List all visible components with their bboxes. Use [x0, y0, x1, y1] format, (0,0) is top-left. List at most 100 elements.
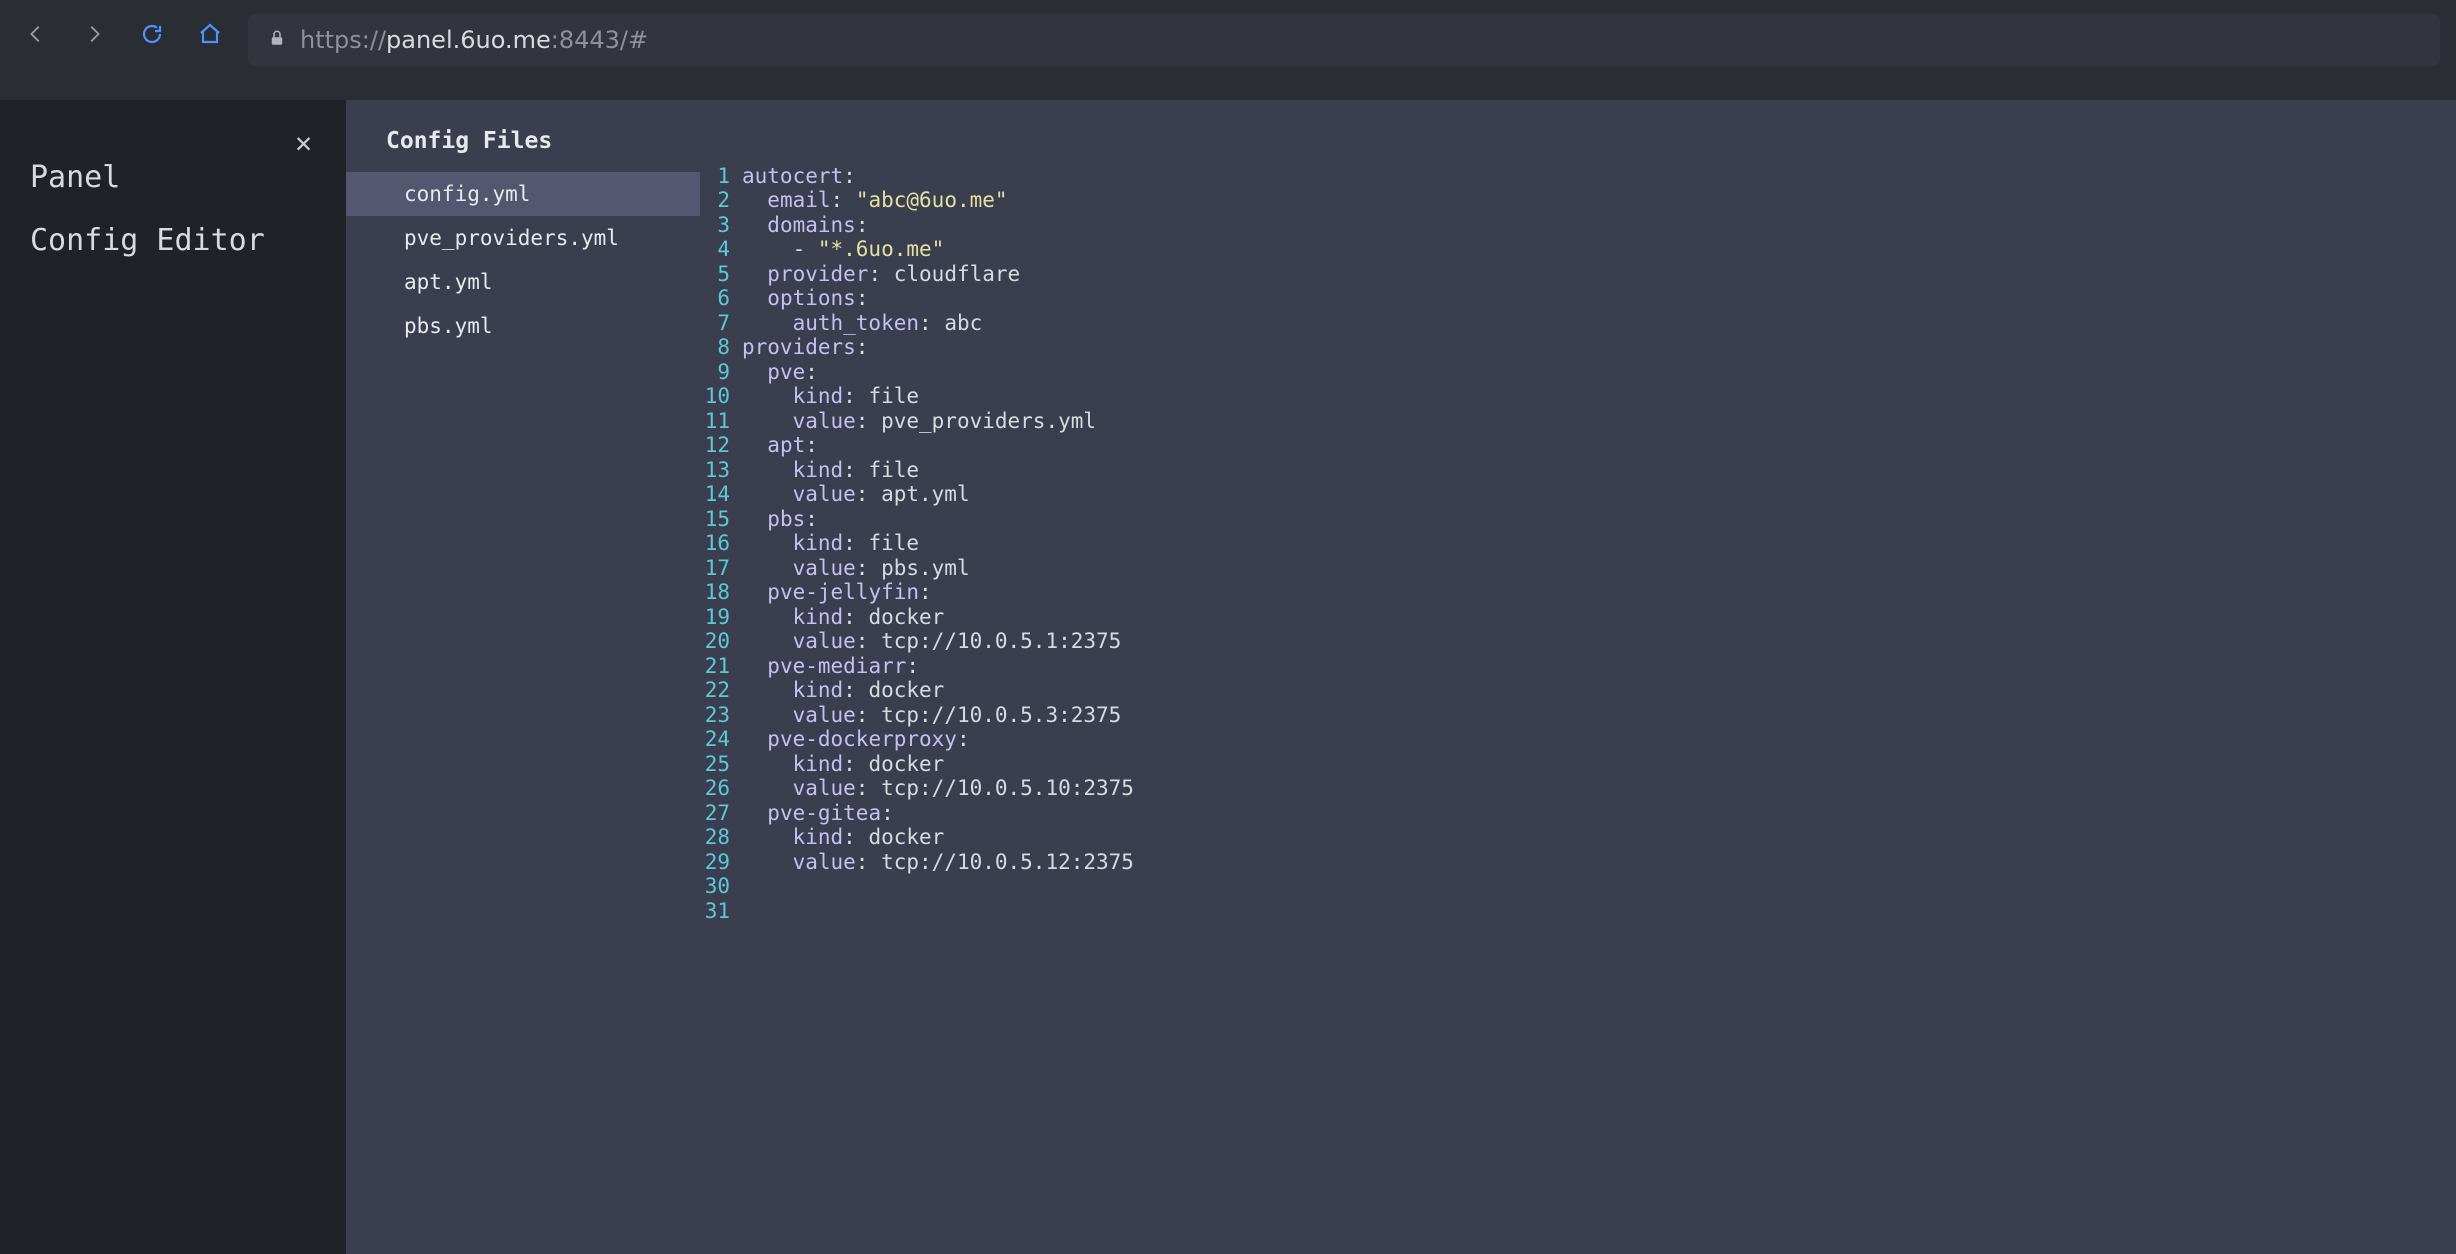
line-code: pve-mediarr:	[742, 653, 2456, 678]
editor-line[interactable]: 24 pve-dockerproxy:	[700, 726, 2456, 751]
line-number: 13	[700, 457, 742, 482]
line-number: 31	[700, 898, 742, 923]
editor-line[interactable]: 31	[700, 898, 2456, 923]
file-list-panel: Config Files config.ymlpve_providers.yml…	[346, 100, 700, 1254]
file-item[interactable]: config.yml	[346, 172, 700, 216]
line-code: email: "abc@6uo.me"	[742, 187, 2456, 212]
line-code: kind: file	[742, 530, 2456, 555]
editor-line[interactable]: 27 pve-gitea:	[700, 800, 2456, 825]
line-number: 8	[700, 334, 742, 359]
editor-line[interactable]: 8providers:	[700, 334, 2456, 359]
editor-line[interactable]: 5 provider: cloudflare	[700, 261, 2456, 286]
editor-line[interactable]: 30	[700, 873, 2456, 898]
file-item[interactable]: apt.yml	[346, 260, 700, 304]
line-code: auth_token: abc	[742, 310, 2456, 335]
line-code: options:	[742, 285, 2456, 310]
line-number: 22	[700, 677, 742, 702]
line-number: 7	[700, 310, 742, 335]
editor-line[interactable]: 18 pve-jellyfin:	[700, 579, 2456, 604]
close-icon[interactable]: ✕	[295, 126, 312, 159]
line-code: autocert:	[742, 163, 2456, 188]
line-number: 4	[700, 236, 742, 261]
forward-icon[interactable]	[74, 14, 114, 54]
editor-line[interactable]: 15 pbs:	[700, 506, 2456, 531]
editor-line[interactable]: 28 kind: docker	[700, 824, 2456, 849]
line-code: value: apt.yml	[742, 481, 2456, 506]
line-number: 23	[700, 702, 742, 727]
editor-line[interactable]: 14 value: apt.yml	[700, 481, 2456, 506]
line-code: kind: docker	[742, 824, 2456, 849]
editor-line[interactable]: 23 value: tcp://10.0.5.3:2375	[700, 702, 2456, 727]
editor-line[interactable]: 19 kind: docker	[700, 604, 2456, 629]
line-number: 26	[700, 775, 742, 800]
browser-toolbar: https://panel.6uo.me:8443/#	[0, 0, 2456, 100]
editor-line[interactable]: 7 auth_token: abc	[700, 310, 2456, 335]
editor-line[interactable]: 3 domains:	[700, 212, 2456, 237]
line-number: 28	[700, 824, 742, 849]
line-number: 14	[700, 481, 742, 506]
reload-icon[interactable]	[132, 14, 172, 54]
line-number: 6	[700, 285, 742, 310]
line-number: 9	[700, 359, 742, 384]
editor-line[interactable]: 10 kind: file	[700, 383, 2456, 408]
line-code: value: pbs.yml	[742, 555, 2456, 580]
main-area: ✕ PanelConfig Editor Config Files config…	[0, 100, 2456, 1254]
line-number: 18	[700, 579, 742, 604]
line-code: kind: docker	[742, 751, 2456, 776]
editor-line[interactable]: 21 pve-mediarr:	[700, 653, 2456, 678]
line-number: 12	[700, 432, 742, 457]
editor-line[interactable]: 6 options:	[700, 285, 2456, 310]
editor-line[interactable]: 11 value: pve_providers.yml	[700, 408, 2456, 433]
editor-line[interactable]: 22 kind: docker	[700, 677, 2456, 702]
editor-line[interactable]: 20 value: tcp://10.0.5.1:2375	[700, 628, 2456, 653]
line-number: 29	[700, 849, 742, 874]
editor-line[interactable]: 4 - "*.6uo.me"	[700, 236, 2456, 261]
url-text: https://panel.6uo.me:8443/#	[300, 26, 648, 54]
line-code: kind: file	[742, 457, 2456, 482]
file-list-title: Config Files	[346, 122, 700, 172]
file-item[interactable]: pbs.yml	[346, 304, 700, 348]
sidebar-item-config-editor[interactable]: Config Editor	[0, 209, 346, 272]
line-code: apt:	[742, 432, 2456, 457]
editor-line[interactable]: 25 kind: docker	[700, 751, 2456, 776]
line-code: provider: cloudflare	[742, 261, 2456, 286]
line-code: value: tcp://10.0.5.12:2375	[742, 849, 2456, 874]
line-code: value: tcp://10.0.5.3:2375	[742, 702, 2456, 727]
line-number: 25	[700, 751, 742, 776]
code-editor[interactable]: 1autocert:2 email: "abc@6uo.me"3 domains…	[700, 100, 2456, 1254]
line-code: pve:	[742, 359, 2456, 384]
editor-line[interactable]: 9 pve:	[700, 359, 2456, 384]
line-number: 30	[700, 873, 742, 898]
editor-line[interactable]: 12 apt:	[700, 432, 2456, 457]
line-code: kind: docker	[742, 604, 2456, 629]
editor-line[interactable]: 17 value: pbs.yml	[700, 555, 2456, 580]
line-number: 5	[700, 261, 742, 286]
line-number: 3	[700, 212, 742, 237]
line-number: 20	[700, 628, 742, 653]
lock-icon	[268, 28, 286, 52]
line-number: 1	[700, 163, 742, 188]
line-number: 17	[700, 555, 742, 580]
sidebar-item-panel[interactable]: Panel	[0, 146, 346, 209]
line-number: 27	[700, 800, 742, 825]
editor-line[interactable]: 2 email: "abc@6uo.me"	[700, 187, 2456, 212]
line-number: 21	[700, 653, 742, 678]
line-number: 10	[700, 383, 742, 408]
line-code: value: tcp://10.0.5.1:2375	[742, 628, 2456, 653]
line-code: kind: file	[742, 383, 2456, 408]
editor-line[interactable]: 13 kind: file	[700, 457, 2456, 482]
home-icon[interactable]	[190, 14, 230, 54]
editor-line[interactable]: 26 value: tcp://10.0.5.10:2375	[700, 775, 2456, 800]
back-icon[interactable]	[16, 14, 56, 54]
editor-line[interactable]: 29 value: tcp://10.0.5.12:2375	[700, 849, 2456, 874]
line-code	[742, 873, 2456, 898]
line-code	[742, 898, 2456, 923]
line-code: - "*.6uo.me"	[742, 236, 2456, 261]
editor-line[interactable]: 1autocert:	[700, 163, 2456, 188]
file-item[interactable]: pve_providers.yml	[346, 216, 700, 260]
address-bar[interactable]: https://panel.6uo.me:8443/#	[248, 14, 2440, 66]
line-number: 19	[700, 604, 742, 629]
left-sidebar: ✕ PanelConfig Editor	[0, 100, 346, 1254]
editor-line[interactable]: 16 kind: file	[700, 530, 2456, 555]
line-code: kind: docker	[742, 677, 2456, 702]
